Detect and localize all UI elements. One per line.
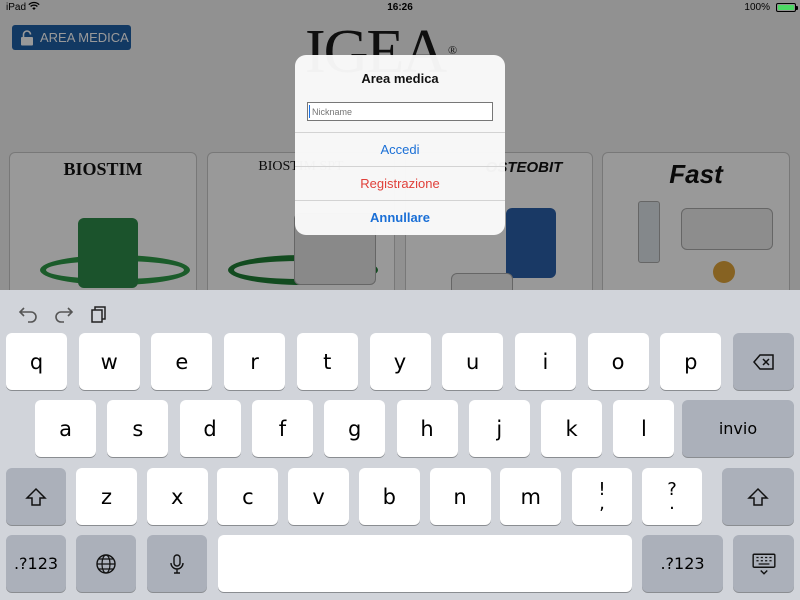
key-s[interactable]: s	[107, 400, 169, 457]
space-bar[interactable]	[218, 535, 632, 592]
nickname-input[interactable]	[307, 102, 493, 121]
globe-key[interactable]	[76, 535, 136, 592]
key-g[interactable]: g	[324, 400, 386, 457]
key-v[interactable]: v	[288, 468, 350, 525]
key-a[interactable]: a	[35, 400, 96, 457]
key-m[interactable]: m	[500, 468, 562, 525]
key-q[interactable]: q	[6, 333, 67, 390]
key-question-period[interactable]: ? .	[642, 468, 702, 525]
key-d[interactable]: d	[179, 400, 241, 457]
login-alert-dialog: Area medica Accedi Registrazione Annulla…	[295, 55, 505, 235]
shift-key-left[interactable]	[6, 468, 66, 525]
keyboard-dismiss-icon	[751, 553, 776, 575]
key-p[interactable]: p	[660, 333, 722, 390]
key-f[interactable]: f	[251, 400, 313, 457]
key-z[interactable]: z	[76, 468, 137, 525]
key-k[interactable]: k	[541, 400, 603, 457]
key-bottom-char: .	[669, 492, 675, 514]
text-caret	[309, 105, 310, 118]
key-y[interactable]: y	[369, 333, 431, 390]
key-e[interactable]: e	[151, 333, 213, 390]
shift-key-right[interactable]	[722, 468, 794, 525]
key-bottom-char: ,	[599, 492, 605, 514]
battery-percent: 100%	[744, 2, 770, 13]
alert-title: Area medica	[361, 71, 439, 86]
numbers-key-right[interactable]: .?123	[642, 535, 723, 592]
key-n[interactable]: n	[429, 468, 491, 525]
key-r[interactable]: r	[224, 333, 286, 390]
numbers-key-left[interactable]: .?123	[6, 535, 66, 592]
key-h[interactable]: h	[396, 400, 458, 457]
status-bar: iPad 16:26 100%	[0, 0, 800, 16]
dictation-key[interactable]	[147, 535, 207, 592]
accedi-button[interactable]: Accedi	[295, 132, 505, 166]
backspace-key[interactable]	[733, 333, 794, 390]
onscreen-keyboard: qwertyuiop asdfghjkl zxcvbnm invio ! , ? .…	[0, 290, 800, 600]
key-w[interactable]: w	[78, 333, 140, 390]
shift-icon	[25, 487, 47, 506]
status-time: 16:26	[387, 2, 413, 13]
app-background: iPad 16:26 100% AREA MEDICA IGEA ® BIOST…	[0, 0, 800, 290]
key-exclamation-comma[interactable]: ! ,	[572, 468, 632, 525]
key-u[interactable]: u	[442, 333, 504, 390]
key-j[interactable]: j	[468, 400, 530, 457]
undo-icon[interactable]	[17, 304, 39, 324]
key-x[interactable]: x	[146, 468, 208, 525]
key-b[interactable]: b	[358, 468, 420, 525]
key-o[interactable]: o	[587, 333, 649, 390]
paste-icon[interactable]	[89, 304, 111, 324]
shift-icon	[747, 487, 769, 506]
key-l[interactable]: l	[613, 400, 675, 457]
return-key[interactable]: invio	[682, 400, 794, 457]
key-i[interactable]: i	[514, 333, 576, 390]
registrazione-button[interactable]: Registrazione	[295, 166, 505, 200]
backspace-icon	[752, 353, 774, 370]
annullare-button[interactable]: Annullare	[295, 200, 505, 234]
microphone-icon	[170, 553, 184, 574]
battery-icon	[776, 3, 798, 12]
globe-icon	[96, 553, 116, 574]
key-c[interactable]: c	[217, 468, 279, 525]
dismiss-keyboard-key[interactable]	[733, 535, 794, 592]
key-t[interactable]: t	[296, 333, 358, 390]
redo-icon[interactable]	[53, 304, 75, 324]
